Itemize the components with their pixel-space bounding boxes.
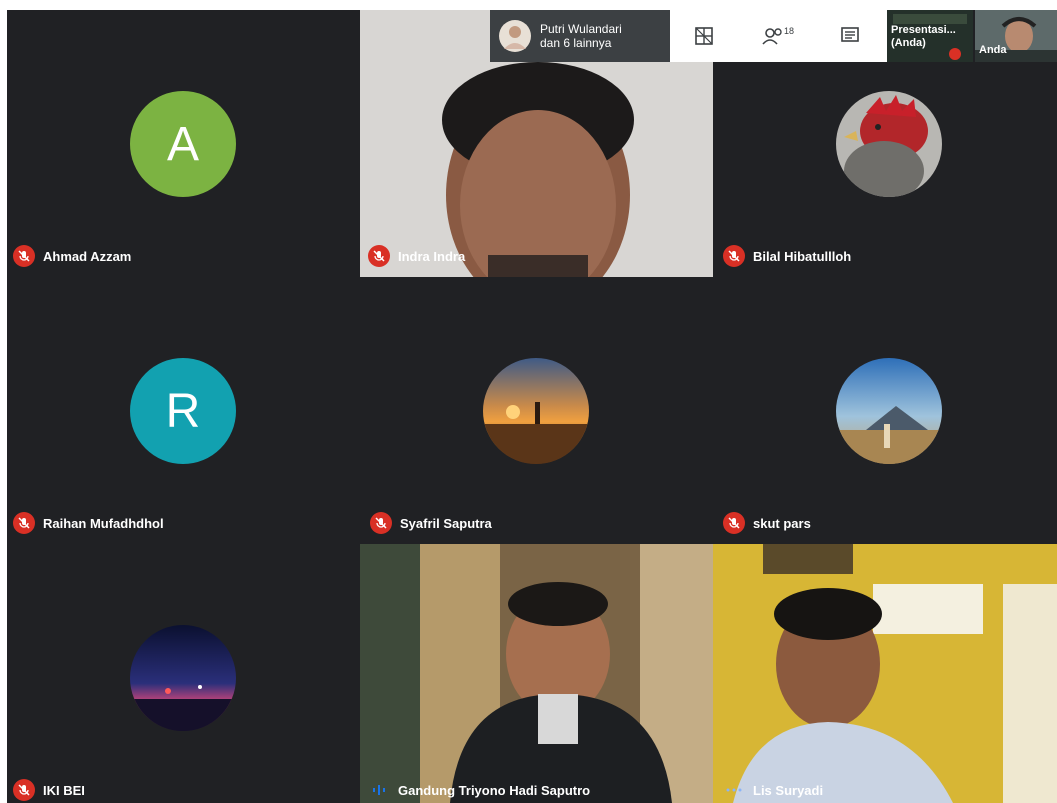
participant-tile[interactable]: Gandung Triyono Hadi Saputro [360, 544, 713, 803]
participant-name: skut pars [753, 515, 811, 531]
participant-name-label: skut pars [723, 512, 811, 534]
participant-name-label: Gandung Triyono Hadi Saputro [368, 779, 590, 801]
avatar-initial: R [165, 384, 201, 438]
participant-name: IKI BEI [43, 782, 85, 798]
more-dots-icon [723, 779, 745, 801]
participant-name-label: Raihan Mufadhdhol [13, 512, 164, 534]
participant-name: Lis Suryadi [753, 782, 824, 798]
participant-name-label: Syafril Saputra [370, 512, 492, 534]
mic-off-icon [368, 245, 390, 267]
participant-avatar-photo [836, 91, 942, 197]
participant-avatar-icon [499, 20, 531, 52]
layout-icon[interactable] [692, 24, 716, 48]
participant-avatar-photo [836, 358, 942, 464]
speaking-indicator-icon [368, 779, 390, 801]
self-presentation-line2: (Anda) [891, 37, 926, 49]
self-presentation-label: Presentasi... (Anda) [891, 24, 956, 50]
participant-tile[interactable]: R Raihan Mufadhdhol [7, 277, 360, 544]
participant-video [360, 544, 713, 803]
participant-tile[interactable]: Syafril Saputra [360, 277, 713, 544]
people-icon[interactable]: 18 [762, 24, 802, 48]
people-count: 18 [784, 26, 795, 36]
participants-summary-line1: Putri Wulandari [540, 22, 622, 36]
participant-avatar-photo [483, 358, 589, 464]
participant-tile[interactable]: Lis Suryadi [713, 544, 1057, 803]
self-video-label: Anda [979, 44, 1007, 56]
participant-avatar: A [130, 91, 236, 197]
participant-name: Gandung Triyono Hadi Saputro [398, 782, 591, 798]
avatar-initial: A [166, 117, 199, 171]
participant-name-label: Lis Suryadi [723, 779, 823, 801]
participant-avatar: R [130, 358, 236, 464]
participants-summary-text: Putri Wulandari dan 6 lainnya [540, 22, 622, 50]
self-presentation-line1: Presentasi... [891, 24, 956, 36]
participants-summary[interactable]: Putri Wulandari dan 6 lainnya [490, 10, 672, 62]
meeting-top-bar: Putri Wulandari dan 6 lainnya 18 Present… [490, 10, 1057, 62]
participant-name: Bilal Hibatullloh [753, 248, 852, 264]
mic-off-icon [723, 245, 745, 267]
participant-name: Ahmad Azzam [43, 248, 132, 264]
participant-name: Raihan Mufadhdhol [43, 515, 164, 531]
toolbar: 18 [670, 10, 887, 62]
participants-summary-line2: dan 6 lainnya [540, 36, 612, 50]
participant-name-label: Ahmad Azzam [13, 245, 131, 267]
chat-icon[interactable] [838, 24, 862, 48]
participant-name-label: IKI BEI [13, 779, 85, 801]
meeting-grid: A Ahmad Azzam Indra Indra Bilal Hibatull… [7, 10, 1057, 803]
self-video-thumbnail[interactable]: Anda [975, 10, 1057, 62]
self-presentation-thumbnail[interactable]: Presentasi... (Anda) [887, 10, 973, 62]
participant-name-label: Bilal Hibatullloh [723, 245, 851, 267]
mic-off-icon [13, 245, 35, 267]
participant-tile[interactable]: A Ahmad Azzam [7, 10, 360, 277]
participant-tile[interactable]: IKI BEI [7, 544, 360, 803]
participant-video [713, 544, 1057, 803]
participant-avatar-photo [130, 625, 236, 731]
mic-off-icon [370, 512, 392, 534]
participant-tile[interactable]: skut pars [713, 277, 1057, 544]
mic-off-icon [13, 512, 35, 534]
participant-name-label: Indra Indra [368, 245, 465, 267]
participant-name: Syafril Saputra [400, 515, 492, 531]
mic-off-icon [13, 779, 35, 801]
mic-off-icon [723, 512, 745, 534]
participant-name: Indra Indra [398, 248, 466, 264]
